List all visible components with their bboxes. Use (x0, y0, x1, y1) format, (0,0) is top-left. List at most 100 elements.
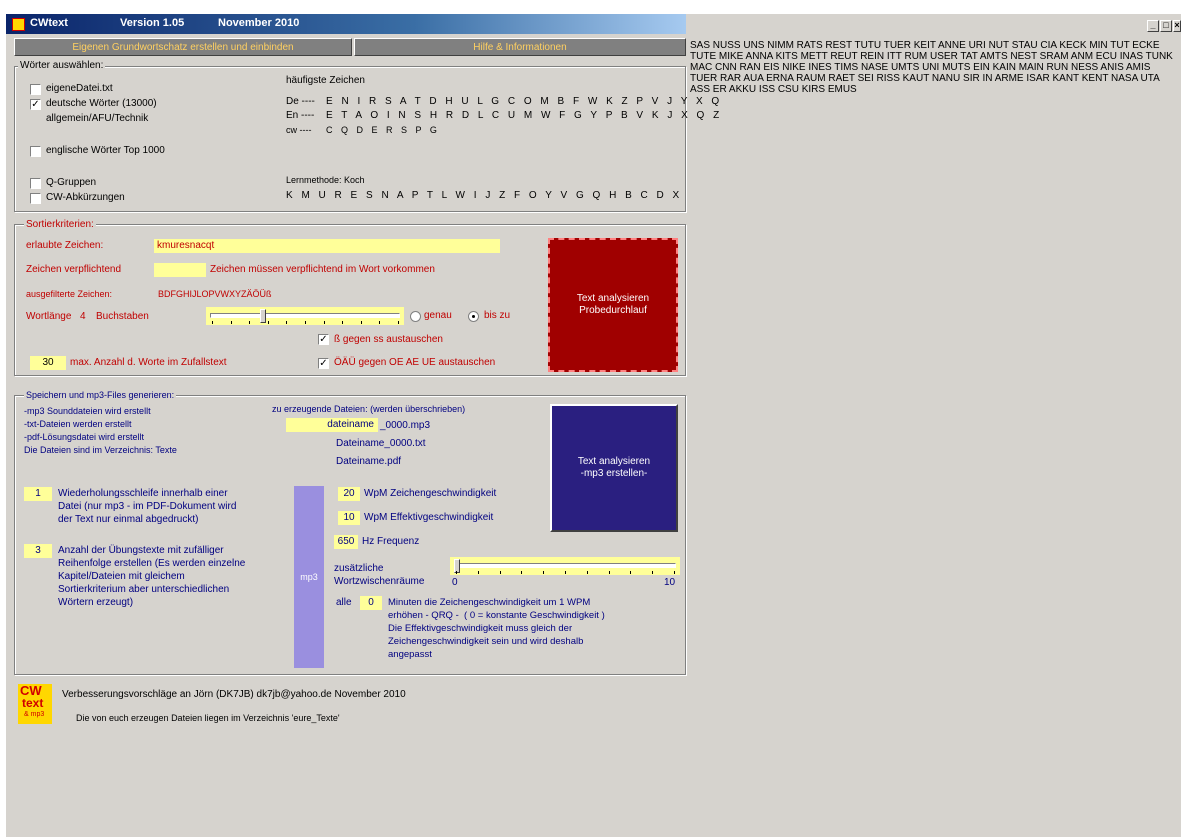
q-groups-checkbox[interactable] (30, 178, 41, 189)
window-version: Version 1.05 (120, 17, 185, 29)
slider-tick (652, 571, 654, 574)
freq-de-label: De ---- (286, 96, 315, 107)
word-length-unit: Buchstaben (96, 311, 149, 322)
max-words-input[interactable]: 30 (30, 356, 66, 370)
logo-text: text (22, 696, 44, 710)
slider-tick (267, 321, 269, 324)
word-spaces-label: zusätzliche Wortzwischenräume (334, 563, 425, 587)
word-length-value: 4 (80, 311, 86, 322)
allowed-chars-label: erlaubte Zeichen: (26, 240, 104, 251)
word-length-slider-thumb[interactable] (260, 309, 267, 323)
slider-tick (286, 321, 288, 324)
info-line-1: -mp3 Sounddateien wird erstellt (24, 406, 151, 416)
title-bar (6, 14, 686, 34)
filename-suffix: _0000.mp3 (380, 420, 431, 431)
slider-tick (608, 571, 610, 574)
learn-sequence: K M U R E S N A P T L W I J Z F O Y V G … (286, 190, 683, 201)
footer-note: Die von euch erzeugen Dateien liegen im … (76, 713, 340, 723)
radio-up-to-label: bis zu (484, 310, 511, 321)
eff-speed-input[interactable]: 10 (338, 511, 360, 525)
words-group-legend: Wörter auswählen: (18, 60, 106, 71)
slider-tick (398, 321, 399, 324)
allowed-chars-input[interactable]: kmuresnacqt (154, 239, 500, 253)
radio-exact[interactable] (410, 311, 421, 322)
learn-method-title: Lernmethode: Koch (286, 175, 365, 185)
analyze-trial-button[interactable]: Text analysieren Probedurchlauf (548, 238, 678, 372)
german-words-checkbox[interactable]: ✓ (30, 99, 41, 110)
word-length-label: Wortlänge (26, 311, 72, 322)
minimize-button[interactable]: _ (1147, 20, 1159, 32)
filename-input[interactable]: dateiname (286, 418, 378, 432)
sort-group-legend: Sortierkriterien: (24, 219, 96, 230)
word-spaces-max: 10 (664, 577, 676, 588)
slider-tick (456, 571, 457, 574)
save-group-legend: Speichern und mp3-Files generieren: (24, 390, 177, 400)
freq-en-label: En ---- (286, 110, 315, 121)
slider-tick (674, 571, 675, 574)
mandatory-chars-input[interactable] (154, 263, 206, 277)
close-button[interactable]: × (1173, 20, 1181, 32)
cw-abbrev-checkbox[interactable] (30, 193, 41, 204)
slider-tick (499, 571, 501, 574)
slider-tick (565, 571, 566, 574)
slider-tick (249, 321, 251, 324)
word-spaces-slider[interactable] (450, 557, 680, 575)
max-words-label: max. Anzahl d. Worte im Zufallstext (70, 357, 227, 368)
footer-credits: Verbesserungsvorschläge an Jörn (DK7JB) … (62, 689, 406, 700)
app-icon (12, 18, 25, 31)
ss-checkbox[interactable]: ✓ (318, 334, 329, 345)
english-words-checkbox[interactable] (30, 146, 41, 157)
output-text: SAS NUSS UNS NIMM RATS REST TUTU TUER KE… (690, 40, 1173, 95)
slider-tick (521, 571, 523, 574)
slider-tick (323, 321, 325, 324)
qrq-text: Minuten die Zeichengeschwindigkeit um 1 … (388, 597, 605, 660)
files-title: zu erzeugende Dateien: (werden überschri… (272, 404, 466, 414)
maximize-button[interactable]: □ (1160, 20, 1172, 32)
frequent-chars-title: häufigste Zeichen (286, 75, 365, 86)
frequency-label: Hz Frequenz (362, 536, 420, 547)
slider-tick (379, 321, 381, 324)
english-words-label: englische Wörter Top 1000 (46, 145, 165, 156)
own-file-checkbox[interactable] (30, 84, 41, 95)
qrq-minutes-input[interactable]: 0 (360, 596, 382, 610)
frequency-input[interactable]: 650 (334, 535, 358, 549)
q-groups-label: Q-Gruppen (46, 177, 97, 188)
word-spaces-min: 0 (452, 577, 458, 588)
repeat-input[interactable]: 1 (24, 487, 52, 501)
mandatory-chars-hint: Zeichen müssen verpflichtend im Wort vor… (210, 264, 435, 275)
slider-tick (230, 321, 232, 324)
count-input[interactable]: 3 (24, 544, 52, 558)
mp3-button[interactable]: mp3 (294, 486, 324, 668)
file-txt: Dateiname_0000.txt (336, 438, 426, 449)
slider-tick (342, 321, 344, 324)
excluded-chars-value: BDFGHIJLOPVWXYZÄÖÜß (158, 289, 272, 299)
excluded-chars-label: ausgefilterte Zeichen: (26, 289, 113, 299)
german-words-label: deutsche Wörter (13000) (46, 98, 157, 109)
umlaut-checkbox[interactable]: ✓ (318, 358, 329, 369)
create-vocabulary-button[interactable]: Eigenen Grundwortschatz erstellen und ei… (14, 38, 352, 56)
analyze-mp3-button[interactable]: Text analysieren -mp3 erstellen- (550, 404, 678, 532)
german-words-sub: allgemein/AFU/Technik (46, 113, 149, 124)
word-spaces-slider-thumb[interactable] (454, 559, 460, 573)
info-line-4: Die Dateien sind im Verzeichnis: Texte (24, 445, 177, 455)
every-label: alle (336, 597, 352, 608)
window-date: November 2010 (218, 17, 300, 29)
eff-speed-label: WpM Effektivgeschwindigkeit (364, 512, 494, 523)
radio-up-to[interactable] (468, 311, 479, 322)
help-button[interactable]: Hilfe & Informationen (354, 38, 686, 56)
slider-tick (305, 321, 306, 324)
char-speed-input[interactable]: 20 (338, 487, 360, 501)
slider-tick (630, 571, 632, 574)
freq-en: E T A O I N S H R D L C U M W F G Y P B … (326, 110, 723, 121)
freq-cw: C Q D E R S P G (326, 125, 440, 135)
word-length-slider[interactable] (206, 307, 404, 325)
cwtext-logo: CW text & mp3 (18, 684, 52, 724)
char-speed-label: WpM Zeichengeschwindigkeit (364, 488, 497, 499)
info-line-3: -pdf-Lösungsdatei wird erstellt (24, 432, 145, 442)
own-file-label: eigeneDatei.txt (46, 83, 113, 94)
slider-tick (543, 571, 545, 574)
umlaut-checkbox-label: ÖÄÜ gegen OE AE UE austauschen (334, 357, 496, 368)
mandatory-chars-label: Zeichen verpflichtend (26, 264, 122, 275)
logo-mp3: & mp3 (24, 711, 45, 718)
window-title: CWtext (30, 17, 68, 29)
